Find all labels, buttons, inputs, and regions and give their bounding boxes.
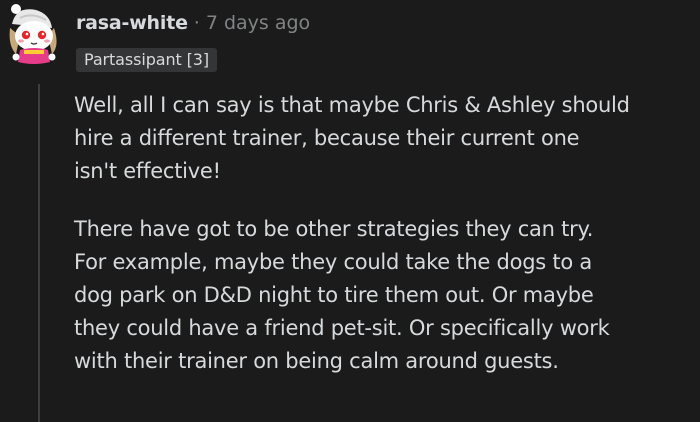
snoo-avatar-icon (9, 4, 57, 64)
comment-paragraph-2: There have got to be other strategies th… (74, 217, 610, 373)
comment-body: Well, all I can say is that maybe Chris … (74, 89, 699, 403)
comment-paragraph-1: Well, all I can say is that maybe Chris … (74, 93, 630, 183)
author-username[interactable]: rasa-white (76, 10, 188, 36)
user-avatar[interactable] (2, 0, 66, 66)
header-separator: · (193, 12, 200, 34)
comment-timestamp[interactable]: 7 days ago (206, 10, 310, 36)
comment-header: rasa-white · 7 days ago (76, 10, 310, 36)
comment: rasa-white · 7 days ago Partassipant [3]… (0, 0, 700, 422)
user-flair: Partassipant [3] (76, 48, 218, 72)
thread-collapse-line[interactable] (38, 84, 40, 422)
